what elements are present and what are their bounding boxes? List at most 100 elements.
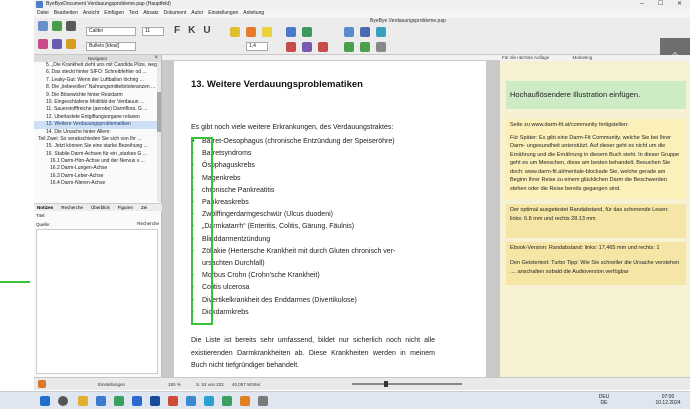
color-icon[interactable] (246, 27, 256, 37)
new-doc-icon[interactable] (38, 21, 48, 31)
chrome-icon[interactable] (114, 396, 124, 406)
toolbar: Calibri 11 Bullets [Ideal] FKU 1,4 ⌂ (34, 18, 690, 72)
settings-label[interactable]: Einstellungen (98, 378, 125, 391)
navigator-item[interactable]: 16.4 Darm-Nieren-Achse (34, 180, 161, 187)
navigator-item[interactable]: 14. Die Ursache hinter Allem: (34, 129, 161, 136)
print-icon[interactable] (66, 21, 76, 31)
navigator-scrollbar[interactable] (157, 62, 161, 202)
bullet-icon: • (192, 150, 195, 158)
recherche-button[interactable]: Recherche (137, 221, 159, 226)
document-area[interactable]: 13. Weitere Verdauungsproblematiken Es g… (162, 61, 500, 377)
note-community[interactable]: Seite zu www.darm-fit.at/community ferti… (506, 119, 686, 199)
explorer-icon[interactable] (78, 396, 88, 406)
bullet-item: • Zwölffingerdarmgeschwür (Ulcus duodeni) (191, 209, 481, 221)
navigator-item[interactable]: 15. Jetzt können Sie eine starke Bezeihu… (34, 143, 161, 150)
spellcheck-icon[interactable] (360, 27, 370, 37)
marker-icon[interactable] (262, 27, 272, 37)
window-controls[interactable]: ─ ☐ ✕ (640, 0, 688, 9)
style-select[interactable]: Bullets [Ideal] (86, 42, 136, 51)
menu-einfuegen[interactable]: Einfügen (104, 9, 124, 18)
insert-link-icon[interactable] (286, 42, 296, 52)
papyrus-icon[interactable] (240, 396, 250, 406)
menu-datei[interactable]: Datei (37, 9, 49, 18)
navigator-item[interactable]: 7. Leaky-Gut: Wenn der Luftballon löchri… (34, 77, 161, 84)
app-blue-icon[interactable] (204, 396, 214, 406)
open-icon[interactable] (52, 21, 62, 31)
navigator-item[interactable]: 13. Weitere Verdauungsproblematiken (34, 121, 161, 129)
navigator-item[interactable]: 11. Sauerstofffreiche (aerobe) Darmflora… (34, 106, 161, 113)
navigator-item[interactable]: 16.1 Darm-Hirn-Achse und der Nervus v ..… (34, 158, 161, 165)
navigator-item[interactable]: 10. Eingeschlafene Motilität der Verdauu… (34, 99, 161, 106)
bullet-item: • Blinddarmentzündung (191, 234, 481, 246)
undo-icon[interactable] (344, 42, 354, 52)
start-icon[interactable] (40, 396, 50, 406)
refresh-icon[interactable] (376, 42, 386, 52)
close-icon[interactable]: × (154, 55, 158, 62)
tab-figuren[interactable]: Figuren (118, 204, 133, 211)
delete-icon[interactable] (318, 42, 328, 52)
insert-image-icon[interactable] (286, 27, 296, 37)
navigator-item[interactable]: Teil Zwei: So verabschieden Sie sich von… (34, 136, 161, 143)
style-icon[interactable] (66, 39, 76, 49)
status-icon[interactable] (38, 380, 46, 388)
menu-anleitung[interactable]: Anleitung (243, 9, 264, 18)
app-red-icon[interactable] (168, 396, 178, 406)
bullet-icon: • (192, 235, 195, 243)
comment-icon[interactable] (302, 42, 312, 52)
format-buttons[interactable]: FKU (174, 25, 219, 36)
mail-icon[interactable] (150, 396, 160, 406)
note-ghosttext[interactable]: Den Geistertext: Turbo Tipp: Wie Sie sch… (506, 257, 686, 285)
search-icon[interactable] (58, 396, 68, 406)
notes-textarea[interactable] (36, 229, 158, 374)
menu-bearbeiten[interactable]: Bearbeiten (54, 9, 78, 18)
navigator-item[interactable]: 6. Das steckt hinter SIFO: Schreibfehler… (34, 69, 161, 76)
tab-notizen[interactable]: Notizen (37, 204, 53, 211)
settings-icon[interactable] (96, 396, 106, 406)
bullet-icon: • (192, 162, 195, 170)
bullet-text: Zwölffingerdarmgeschwür (Ulcus duodeni) (202, 211, 333, 219)
tab-zeit[interactable]: Zei (141, 204, 147, 211)
note-green[interactable]: Hochauflösendere Illustration einfügen. (506, 81, 686, 109)
scrollbar-thumb[interactable] (157, 92, 161, 132)
page-position: S. 51 von 232 (196, 382, 224, 387)
navigator-item[interactable]: 16.3 Darm-Leber-Achse (34, 173, 161, 180)
navigator-item[interactable]: 9. Die Bösewichte hinter Reizdarm (34, 92, 161, 99)
menu-einstellungen[interactable]: Einstellungen (208, 9, 238, 18)
search-icon[interactable] (344, 27, 354, 37)
app-gray-icon[interactable] (258, 396, 268, 406)
navigator-item[interactable]: 5. „Die Krankheit zieht uns mit Candida … (34, 62, 161, 69)
menu-absatz[interactable]: Absatz (143, 9, 158, 18)
menu-text[interactable]: Text (129, 9, 138, 18)
zoom-slider[interactable] (352, 383, 462, 385)
navigator-item[interactable]: 16. Stabile Darm-Achsen für ein „starkes… (34, 151, 161, 158)
edge-icon[interactable] (132, 396, 142, 406)
zoom-slider-thumb[interactable] (384, 381, 388, 387)
title-label: Titel: (36, 213, 46, 218)
export-icon[interactable] (52, 39, 62, 49)
menu-dokument[interactable]: Dokument (164, 9, 187, 18)
bullet-item: • Dickdarmkrebs (191, 307, 481, 319)
redo-icon[interactable] (360, 42, 370, 52)
tab-recherche[interactable]: Recherche (61, 204, 83, 211)
tab-ueberblick[interactable]: Überblick (91, 204, 110, 211)
bullet-icon: • (192, 247, 195, 255)
menu-autor[interactable]: Autor (191, 9, 203, 18)
teams-icon[interactable] (186, 396, 196, 406)
navigator-item[interactable]: 12. Überlastete Entgiftungsorgane relaxe… (34, 114, 161, 121)
size-select[interactable]: 11 (142, 27, 164, 36)
navigator-item[interactable]: 16.2 Darm-Lungen-Achse (34, 165, 161, 172)
save-icon[interactable] (38, 39, 48, 49)
dictionary-icon[interactable] (376, 27, 386, 37)
bullet-icon: • (192, 308, 195, 316)
insert-table-icon[interactable] (302, 27, 312, 37)
language-indicator[interactable]: DEU DE (597, 394, 611, 406)
menu-ansicht[interactable]: Ansicht (83, 9, 99, 18)
font-select[interactable]: Calibri (86, 27, 136, 36)
highlight-icon[interactable] (230, 27, 240, 37)
navigator-item[interactable]: 8. Die „liebevollen“ Nahrungsmittelintol… (34, 84, 161, 91)
app-green-icon[interactable] (222, 396, 232, 406)
note-margins[interactable]: Der optimal ausgetestet Randabstand, für… (506, 204, 686, 238)
document-page[interactable]: 13. Weitere Verdauungsproblematiken Es g… (174, 61, 486, 377)
clock[interactable]: 07:00 10.12.2024 (648, 394, 688, 406)
line-spacing-select[interactable]: 1,4 (246, 42, 268, 51)
